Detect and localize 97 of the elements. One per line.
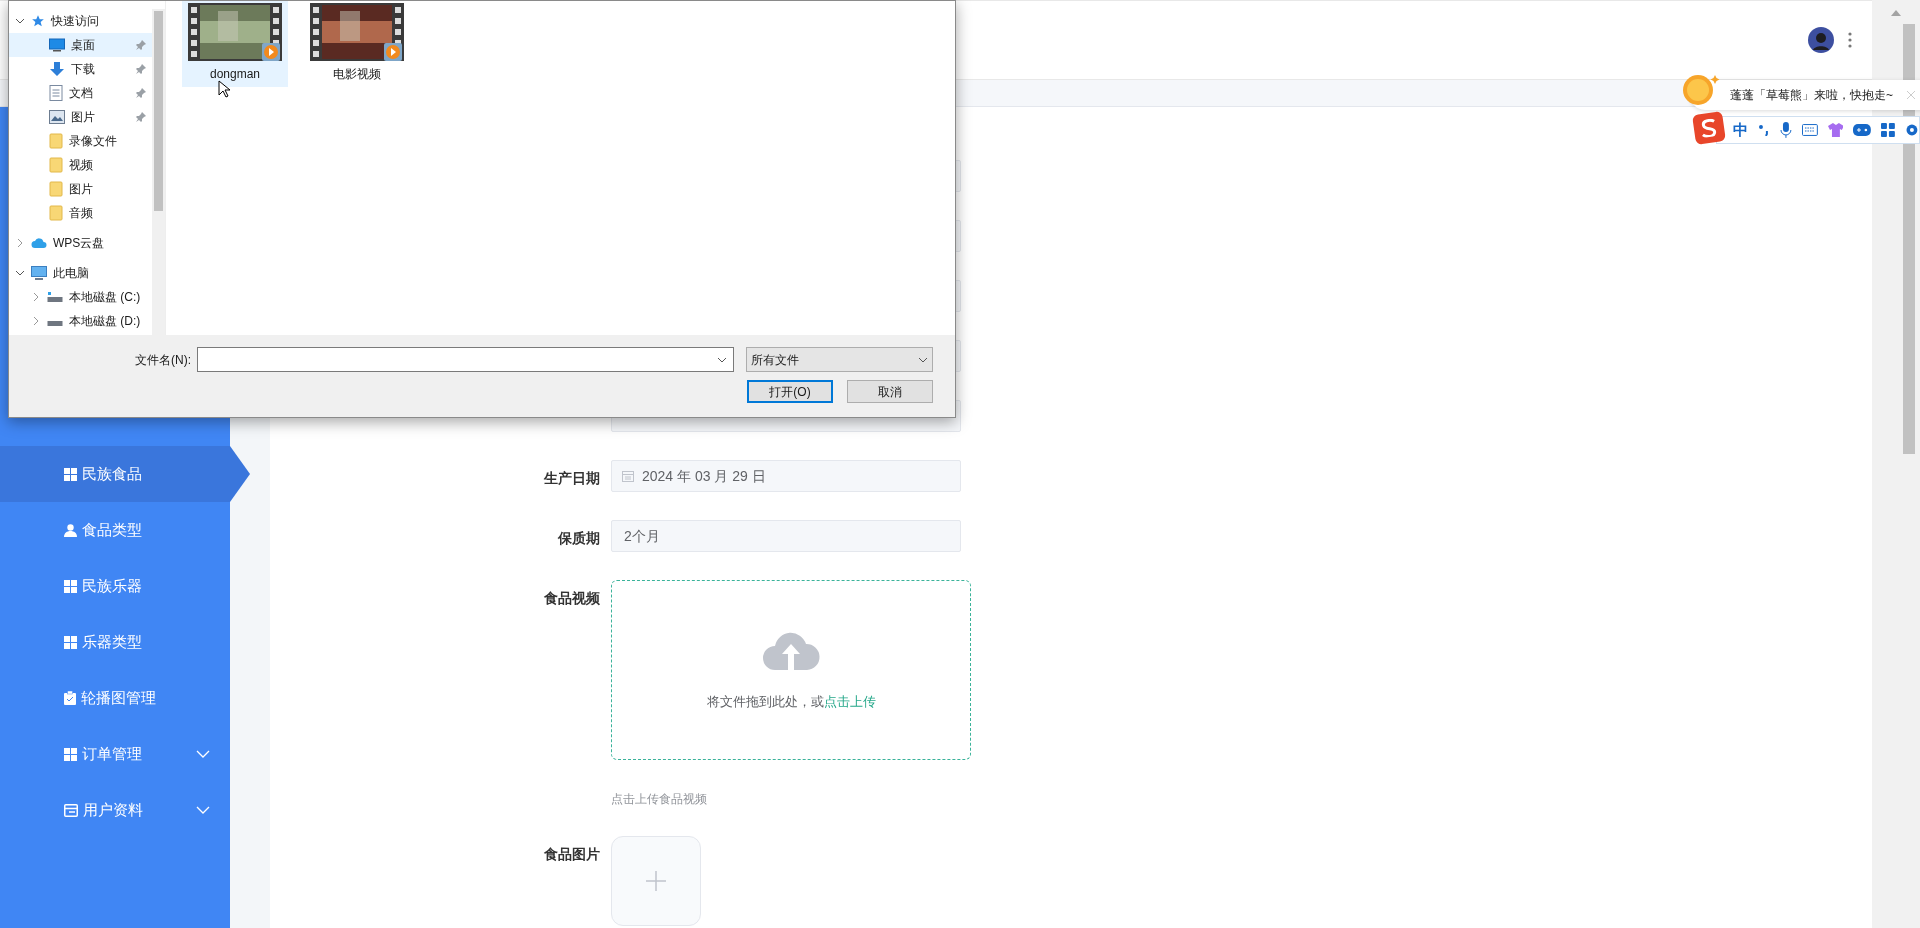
- tree-item[interactable]: 桌面: [9, 33, 152, 57]
- gamepad-icon[interactable]: [1853, 124, 1872, 136]
- upload-dropzone[interactable]: 将文件拖到此处，或点击上传: [611, 580, 971, 760]
- field-label: 生产日期: [544, 469, 600, 488]
- tree-item-label: 此电脑: [53, 265, 89, 282]
- folder-icon: [49, 157, 63, 173]
- more-icon[interactable]: [1848, 32, 1852, 48]
- scrollbar[interactable]: [152, 9, 165, 335]
- sun-icon: [1682, 72, 1722, 108]
- tree-item-label: 文档: [69, 85, 94, 102]
- dialog-button[interactable]: 打开(O): [747, 380, 833, 403]
- file-name: dongman: [209, 66, 260, 83]
- tree-item[interactable]: 录像文件: [9, 129, 152, 153]
- document-icon: [49, 85, 63, 101]
- avatar-icon[interactable]: [1808, 27, 1834, 53]
- grid-icon[interactable]: [1881, 123, 1896, 137]
- tree-item-label: 音频: [69, 205, 94, 222]
- input-field[interactable]: 2个月: [611, 520, 961, 552]
- sidebar-item[interactable]: 轮播图管理: [0, 670, 250, 726]
- tree-item[interactable]: 本地磁盘 (C:): [9, 285, 152, 309]
- panel-icon: [64, 803, 78, 817]
- shirt-icon[interactable]: [1827, 123, 1844, 137]
- video-thumbnail-icon: [188, 1, 282, 63]
- monitor-icon: [49, 38, 65, 52]
- chevron-down-icon[interactable]: [15, 268, 25, 278]
- folder-icon: [49, 133, 63, 149]
- file-type-dropdown[interactable]: 所有文件: [746, 347, 933, 372]
- keyboard-icon[interactable]: [1801, 124, 1818, 136]
- tree-item-label: 录像文件: [69, 133, 118, 150]
- star-icon: [31, 14, 45, 28]
- tree-item-label: WPS云盘: [53, 235, 105, 252]
- upload-hint: 点击上传食品视频: [611, 791, 708, 808]
- grid-icon: [64, 635, 77, 649]
- pin-icon: [136, 64, 146, 74]
- tree-item[interactable]: 此电脑: [9, 261, 152, 285]
- scrollbar[interactable]: [1872, 0, 1920, 928]
- field-label: 食品图片: [544, 845, 600, 864]
- punctuation-icon[interactable]: [1758, 124, 1770, 136]
- grid-icon: [64, 467, 77, 481]
- clipboard-icon: [64, 691, 76, 705]
- tree-item-label: 快速访问: [51, 13, 99, 30]
- tree-item[interactable]: 文档: [9, 81, 152, 105]
- sidebar-item[interactable]: 民族食品: [0, 446, 250, 502]
- tree-item-label: 视频: [69, 157, 94, 174]
- tree-item[interactable]: 音频: [9, 201, 152, 225]
- tree-item-label: 下载: [71, 61, 96, 78]
- file-item[interactable]: dongman: [182, 1, 288, 87]
- sidebar-item[interactable]: 乐器类型: [0, 614, 250, 670]
- pin-icon: [136, 40, 146, 50]
- sidebar-item[interactable]: 用户资料: [0, 782, 250, 838]
- upload-prompt: 将文件拖到此处，或点击上传: [706, 693, 876, 712]
- date-field[interactable]: 2024 年 03 月 29 日: [611, 460, 961, 492]
- tree-item[interactable]: 快速访问: [9, 9, 152, 33]
- folder-icon: [49, 205, 63, 221]
- tree-item[interactable]: 图片: [9, 105, 152, 129]
- tree-item[interactable]: 图片: [9, 177, 152, 201]
- sidebar-item[interactable]: 食品类型: [0, 502, 250, 558]
- grid-icon: [64, 747, 77, 761]
- pin-icon: [136, 88, 146, 98]
- pin-icon: [136, 112, 146, 122]
- dialog-button[interactable]: 取消: [847, 380, 933, 403]
- cursor-icon: [218, 80, 230, 98]
- folder-icon: [49, 181, 63, 197]
- settings-icon[interactable]: [1905, 123, 1919, 137]
- chevron-down-icon[interactable]: [15, 16, 25, 26]
- tree-item[interactable]: WPS云盘: [9, 231, 152, 255]
- input-mode[interactable]: 中: [1733, 118, 1748, 142]
- file-item[interactable]: 电影视频: [304, 1, 410, 87]
- tree-item[interactable]: 本地磁盘 (D:): [9, 309, 152, 333]
- user-icon: [64, 523, 77, 537]
- monitor-icon: [31, 265, 47, 281]
- field-label: 食品视频: [544, 589, 600, 608]
- chevron-right-icon[interactable]: [15, 238, 25, 248]
- tree-item[interactable]: 视频: [9, 153, 152, 177]
- filename-label: 文件名(N):: [135, 351, 191, 369]
- field-label: 保质期: [558, 529, 600, 548]
- drive-icon: [47, 291, 63, 303]
- grid-icon: [64, 579, 77, 593]
- tree-item-label: 图片: [69, 181, 94, 198]
- file-name: 电影视频: [333, 66, 381, 83]
- chevron-right-icon[interactable]: [31, 316, 41, 326]
- tree-item-label: 本地磁盘 (C:): [69, 289, 142, 306]
- sidebar-item[interactable]: 民族乐器: [0, 558, 250, 614]
- tree-item[interactable]: 下载: [9, 57, 152, 81]
- tree-item-label: 桌面: [71, 37, 96, 54]
- plus-icon: [646, 871, 666, 891]
- calendar-icon: [622, 470, 634, 482]
- chevron-right-icon[interactable]: [31, 292, 41, 302]
- arrow-down-icon: [49, 61, 65, 77]
- notification-text: 蓬蓬「草莓熊」来啦，快抱走~: [1730, 87, 1893, 104]
- image-icon: [49, 110, 65, 124]
- microphone-icon[interactable]: [1779, 122, 1792, 138]
- tree-item-label: 图片: [71, 109, 96, 126]
- filename-field[interactable]: [197, 347, 734, 372]
- sidebar-item[interactable]: 订单管理: [0, 726, 250, 782]
- cloud-icon: [31, 237, 47, 249]
- tree-item-label: 本地磁盘 (D:): [69, 313, 142, 330]
